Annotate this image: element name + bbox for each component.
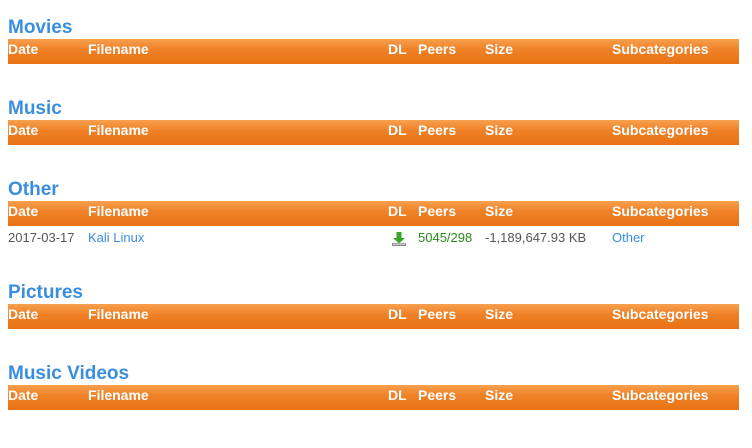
column-header-filename: Filename (88, 203, 149, 219)
row-size: -1,189,647.93 KB (485, 230, 587, 245)
column-header-peers: Peers (418, 122, 457, 138)
column-header-subcategories: Subcategories (612, 203, 709, 219)
column-header-dl: DL (388, 41, 407, 57)
section-title: Movies (8, 17, 73, 38)
column-header-size: Size (485, 122, 514, 138)
column-header-size: Size (485, 203, 514, 219)
column-header-date: Date (8, 203, 39, 219)
column-header-date: Date (8, 122, 39, 138)
section-title: Other (8, 179, 59, 200)
table-header: Date Filename DL Peers Size Subcategorie… (8, 39, 739, 64)
section-title: Music Videos (8, 363, 130, 384)
column-header-date: Date (8, 306, 39, 322)
column-header-dl: DL (388, 387, 407, 403)
column-header-filename: Filename (88, 122, 149, 138)
table-header: Date Filename DL Peers Size Subcategorie… (8, 385, 739, 410)
column-header-peers: Peers (418, 387, 457, 403)
table-header: Date Filename DL Peers Size Subcategorie… (8, 120, 739, 145)
row-date: 2017-03-17 (8, 230, 75, 245)
table-header: Date Filename DL Peers Size Subcategorie… (8, 304, 739, 329)
table-header: Date Filename DL Peers Size Subcategorie… (8, 201, 739, 226)
column-header-dl: DL (388, 122, 407, 138)
row-subcategory-link[interactable]: Other (612, 228, 645, 248)
section-title: Music (8, 98, 62, 119)
column-header-subcategories: Subcategories (612, 122, 709, 138)
column-header-size: Size (485, 41, 514, 57)
column-header-peers: Peers (418, 41, 457, 57)
section-title: Pictures (8, 282, 83, 303)
column-header-date: Date (8, 41, 39, 57)
column-header-date: Date (8, 387, 39, 403)
table-row: 2017-03-17 Kali Linux 5045/298 -1,189,64… (8, 228, 739, 248)
column-header-dl: DL (388, 203, 407, 219)
column-header-size: Size (485, 306, 514, 322)
column-header-filename: Filename (88, 387, 149, 403)
column-header-peers: Peers (418, 306, 457, 322)
column-header-filename: Filename (88, 306, 149, 322)
column-header-filename: Filename (88, 41, 149, 57)
column-header-size: Size (485, 387, 514, 403)
download-arrow-icon[interactable] (391, 231, 407, 247)
column-header-dl: DL (388, 306, 407, 322)
column-header-subcategories: Subcategories (612, 387, 709, 403)
row-filename-link[interactable]: Kali Linux (88, 228, 144, 248)
column-header-subcategories: Subcategories (612, 306, 709, 322)
column-header-peers: Peers (418, 203, 457, 219)
column-header-subcategories: Subcategories (612, 41, 709, 57)
row-peers: 5045/298 (418, 230, 473, 245)
